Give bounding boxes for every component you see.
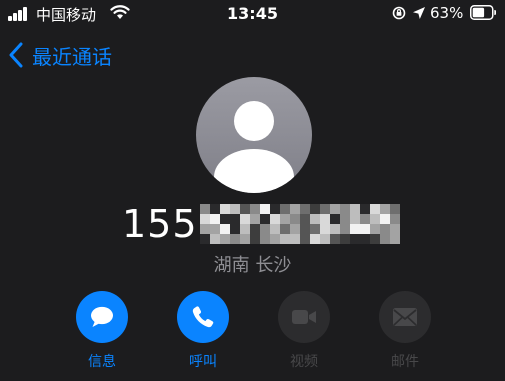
call-button[interactable]: 呼叫	[163, 291, 243, 371]
action-label: 信息	[88, 354, 116, 370]
avatar	[196, 77, 312, 193]
video-button[interactable]: 视频	[264, 291, 344, 371]
phone-icon	[177, 291, 229, 343]
chevron-left-icon	[9, 42, 23, 68]
back-label: 最近通话	[32, 44, 112, 69]
action-label: 邮件	[391, 354, 419, 370]
message-button[interactable]: 信息	[62, 291, 142, 371]
number-location: 湖南 长沙	[213, 255, 292, 276]
rotation-lock-icon	[392, 6, 406, 20]
back-button[interactable]: 最近通话	[8, 40, 112, 70]
battery-percent: 63%	[430, 4, 464, 22]
mail-button[interactable]: 邮件	[365, 291, 445, 371]
mail-icon	[379, 291, 431, 343]
redacted-number-mosaic	[199, 204, 400, 244]
action-label: 呼叫	[189, 354, 217, 370]
phone-number: 155	[122, 200, 400, 248]
video-icon	[278, 291, 330, 343]
message-icon	[76, 291, 128, 343]
action-label: 视频	[290, 354, 318, 370]
battery-icon	[470, 5, 496, 20]
location-icon	[413, 7, 425, 19]
phone-number-prefix: 155	[122, 202, 198, 246]
status-bar: 中国移动 13:45 63%	[0, 0, 505, 30]
person-silhouette-icon	[214, 101, 294, 193]
